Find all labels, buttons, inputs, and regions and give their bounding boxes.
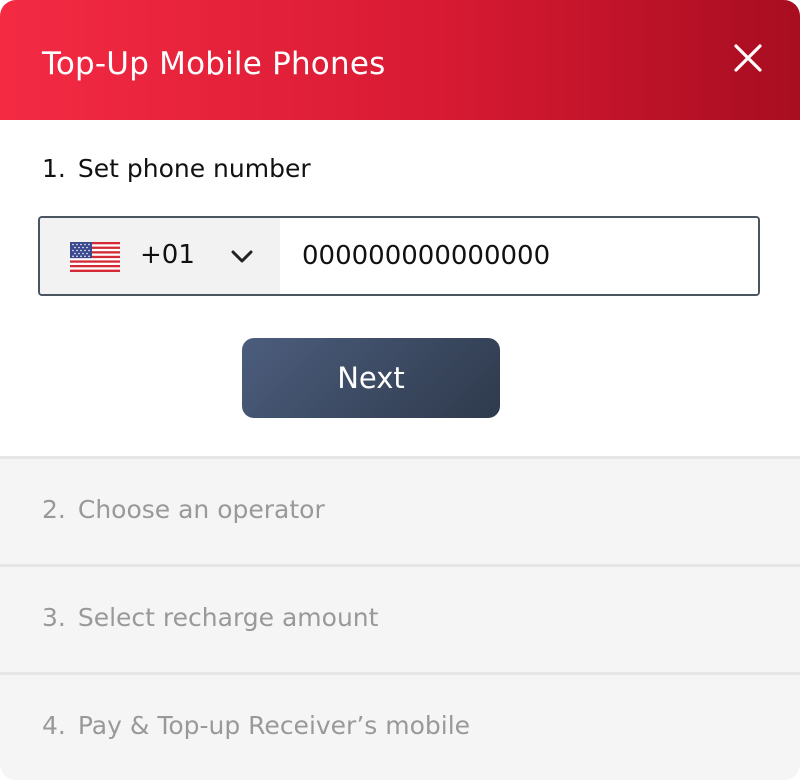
step-3-number: 3. — [42, 603, 66, 632]
country-code-select[interactable]: +01 — [40, 218, 280, 294]
step-2-title: 2. Choose an operator — [42, 495, 325, 524]
us-flag-icon — [70, 242, 120, 272]
step-2-number: 2. — [42, 495, 66, 524]
phone-number-input[interactable] — [280, 218, 758, 294]
step-4-title: 4. Pay & Top-up Receiver’s mobile — [42, 711, 470, 740]
step-set-phone: 1. Set phone number +01 000000000000000 … — [0, 120, 800, 456]
close-button[interactable] — [728, 38, 768, 78]
close-icon — [734, 44, 762, 72]
step-1-number: 1. — [42, 154, 66, 183]
step-4-number: 4. — [42, 711, 66, 740]
step-pay-topup[interactable]: 4. Pay & Top-up Receiver’s mobile — [0, 672, 800, 780]
step-1-label: Set phone number — [77, 154, 311, 183]
dial-code: +01 — [140, 240, 195, 270]
step-3-title: 3. Select recharge amount — [42, 603, 378, 632]
step-2-label: Choose an operator — [77, 495, 325, 524]
phone-number-group: +01 — [38, 216, 760, 296]
chevron-down-icon — [231, 250, 253, 263]
topup-dialog: Top-Up Mobile Phones 1. Set phone number — [0, 0, 800, 780]
dialog-title: Top-Up Mobile Phones — [42, 46, 386, 82]
next-button[interactable]: Next — [242, 338, 500, 418]
step-4-label: Pay & Top-up Receiver’s mobile — [77, 711, 471, 740]
step-1-title: 1. Set phone number — [42, 154, 311, 183]
dialog-header: Top-Up Mobile Phones — [0, 0, 800, 120]
step-select-amount[interactable]: 3. Select recharge amount — [0, 564, 800, 672]
step-3-label: Select recharge amount — [77, 603, 379, 632]
step-choose-operator[interactable]: 2. Choose an operator — [0, 456, 800, 564]
